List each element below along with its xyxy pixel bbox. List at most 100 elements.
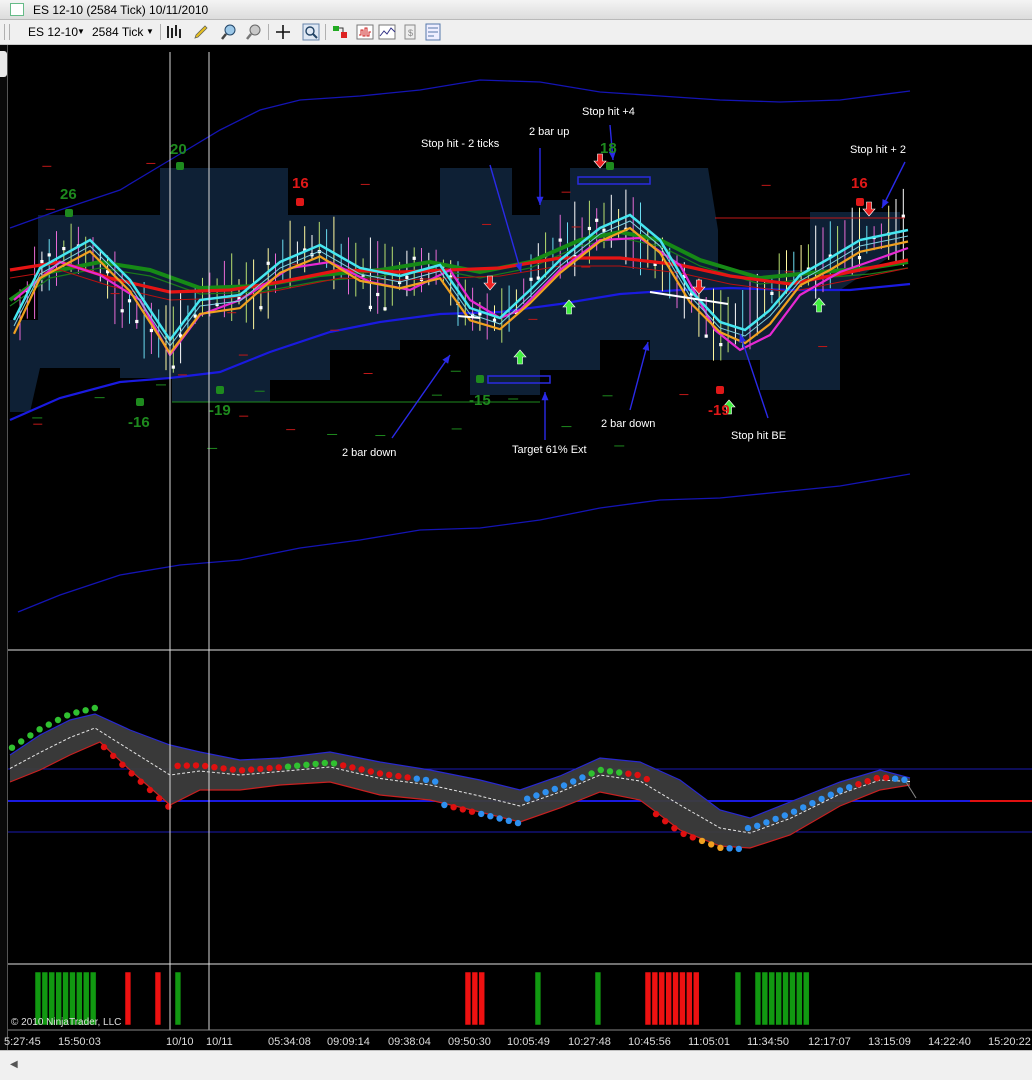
bar-close-tick [770, 291, 774, 295]
oscillator-dot [800, 804, 807, 811]
histogram-panel [34, 971, 810, 1026]
oscillator-dot [478, 810, 485, 818]
oscillator-dot [404, 774, 411, 781]
oscillator-dot [698, 837, 706, 845]
histogram-bar [754, 971, 762, 1026]
oscillator-dot [413, 775, 420, 782]
oscillator-dot [82, 707, 89, 714]
oscillator-dot [432, 778, 439, 785]
oscillator-dot [91, 704, 99, 712]
oscillator-dot [827, 791, 834, 798]
oscillator-dot [560, 782, 568, 789]
oscillator-dot [790, 808, 798, 815]
oscillator-dot [303, 761, 310, 768]
histogram-bar [174, 971, 182, 1026]
oscillator-dot [754, 822, 761, 829]
bar-close-tick [171, 365, 175, 369]
oscillator-dot [505, 817, 512, 824]
bar-close-tick [405, 275, 409, 279]
oscillator-dot [772, 815, 779, 823]
envelope-lower-line [17, 473, 911, 613]
swing-point-marker [65, 209, 73, 217]
oscillator-panel [8, 704, 1032, 853]
oscillator-tail [905, 781, 917, 799]
swing-point-marker [216, 386, 224, 394]
histogram-bar [679, 971, 686, 1026]
swing-point-marker [136, 398, 144, 406]
oscillator-dot [73, 709, 80, 716]
oscillator-dot [606, 768, 614, 775]
swing-label: -19 [708, 402, 730, 419]
oscillator-dot [330, 760, 338, 767]
oscillator-dot [183, 762, 190, 769]
oscillator-dot [165, 803, 172, 810]
annotation-pointer-head [442, 355, 450, 364]
swing-label: 20 [170, 141, 187, 158]
annotation-2-bar-down-mid: 2 bar down [601, 418, 656, 430]
swing-label: 26 [60, 186, 77, 203]
histogram-bar [534, 971, 542, 1026]
oscillator-dot [100, 743, 108, 751]
oscillator-dot [836, 787, 844, 794]
annotation-pointer-line [629, 341, 649, 411]
oscillator-dot [882, 774, 890, 781]
oscillator-dot [735, 845, 742, 853]
oscillator-dot [119, 761, 126, 768]
time-axis-label: 14:22:40 [928, 1036, 971, 1048]
swing-point-marker [856, 198, 864, 206]
oscillator-dot [588, 770, 595, 777]
time-axis-label: 5:27:45 [4, 1036, 41, 1048]
swing-point-marker [176, 162, 184, 170]
annotation-stop-hit-be: Stop hit BE [731, 430, 787, 442]
histogram-bar [803, 971, 810, 1026]
histogram-bar [686, 971, 693, 1026]
oscillator-dot [496, 815, 503, 822]
scroll-left-icon[interactable]: ◀ [10, 1059, 18, 1070]
bar-close-tick [62, 247, 66, 251]
oscillator-dot [376, 770, 384, 777]
bar-close-tick [704, 334, 708, 338]
swing-label: -16 [128, 414, 150, 431]
time-axis-label: 10/10 [166, 1036, 194, 1048]
time-axis-label: 10:45:56 [628, 1036, 671, 1048]
bar-close-tick [149, 328, 153, 333]
bar-close-tick [376, 292, 380, 297]
oscillator-dot [846, 784, 853, 791]
swing-point-marker [296, 198, 304, 206]
oscillator-dot [395, 772, 402, 780]
bar-close-tick [47, 253, 51, 257]
oscillator-dot [450, 804, 457, 811]
oscillator-dot [763, 819, 770, 826]
swing-label: -19 [209, 402, 231, 419]
histogram-bar [789, 971, 796, 1026]
oscillator-dot [321, 759, 328, 767]
annotation-stop-hit-plus-4: Stop hit +4 [582, 106, 635, 118]
histogram-bar [665, 971, 672, 1026]
histogram-bar [782, 971, 789, 1026]
oscillator-dot [284, 763, 292, 770]
oscillator-dot [27, 732, 34, 739]
bar-close-tick [558, 238, 562, 242]
histogram-bar [761, 971, 769, 1026]
oscillator-dot [54, 716, 62, 724]
time-axis-label: 10:05:49 [507, 1036, 550, 1048]
price-chart-canvas[interactable] [0, 0, 1032, 1050]
swing-label: 18 [600, 140, 617, 157]
time-axis-label: 05:34:08 [268, 1036, 311, 1048]
histogram-bar [464, 971, 472, 1026]
annotation-2-bar-up: 2 bar up [529, 126, 570, 138]
oscillator-dot [266, 765, 273, 772]
oscillator-dot [781, 812, 788, 819]
horizontal-scrollbar[interactable]: ◀ [0, 1050, 1032, 1080]
oscillator-dot [340, 762, 347, 769]
oscillator-dot [708, 841, 715, 848]
bar-close-tick [901, 214, 905, 218]
oscillator-dot [533, 792, 540, 799]
oscillator-dot [36, 726, 43, 733]
oscillator-dot [45, 721, 52, 728]
oscillator-dot [238, 767, 246, 774]
time-axis-label: 09:38:04 [388, 1036, 431, 1048]
oscillator-dot [643, 775, 650, 783]
oscillator-dot [689, 834, 696, 841]
bar-close-tick [595, 218, 599, 222]
